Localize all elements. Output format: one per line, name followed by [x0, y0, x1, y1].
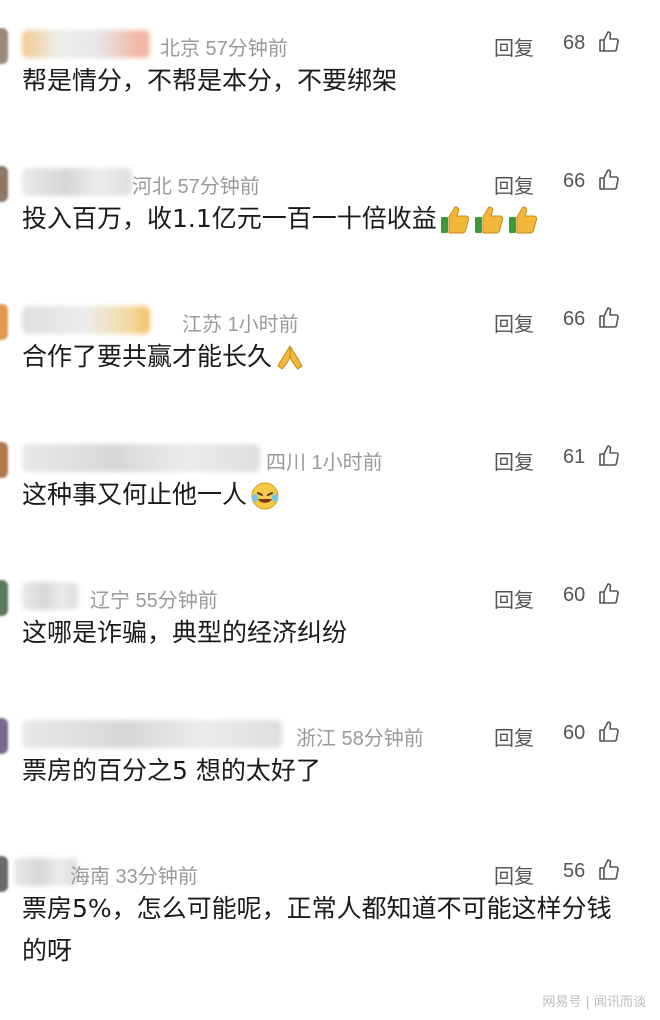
comment-meta: 海南 33分钟前 — [70, 866, 198, 888]
username-blurred[interactable] — [22, 444, 260, 472]
reply-button[interactable]: 回复 — [494, 446, 534, 475]
reply-button[interactable]: 回复 — [494, 32, 534, 61]
thumbs-up-icon[interactable] — [597, 444, 621, 468]
thumbs-up-icon[interactable] — [597, 306, 621, 330]
thumbs-up-icon[interactable] — [597, 720, 621, 744]
comment-text-content: 这种事又何止他一人 — [22, 480, 248, 509]
comment-item: 辽宁 55分钟前 回复 60 这哪是诈骗，典型的经济纠纷 — [0, 576, 660, 714]
comment-text: 这哪是诈骗，典型的经济纠纷 — [22, 618, 348, 647]
comment-text: 帮是情分，不帮是本分，不要绑架 — [22, 66, 398, 95]
crying-laughing-emoji-icon — [251, 482, 279, 510]
comment-text-content: 投入百万，收1.1亿元一百一十倍收益 — [22, 204, 437, 233]
comment-item: 海南 33分钟前 回复 56 票房5%，怎么可能呢，正常人都知道不可能这样分钱的… — [0, 852, 660, 1012]
comment-item: 河北 57分钟前 回复 66 投入百万，收1.1亿元一百一十倍收益 — [0, 162, 660, 300]
like-count: 66 — [563, 170, 586, 192]
thumbs-up-icon[interactable] — [597, 30, 621, 54]
comment-text: 票房的百分之5 想的太好了 — [22, 756, 321, 785]
thumbs-up-emoji-icon — [508, 206, 537, 234]
thumbs-up-icon[interactable] — [597, 168, 621, 192]
watermark: 网易号 | 闻讯而谈 — [542, 995, 646, 1010]
comment-item: 江苏 1小时前 回复 66 合作了要共赢才能长久 — [0, 300, 660, 438]
like-count: 60 — [563, 722, 586, 744]
comment-text-content: 合作了要共赢才能长久 — [22, 342, 273, 371]
reply-button[interactable]: 回复 — [494, 860, 534, 889]
avatar[interactable] — [0, 442, 8, 478]
like-count: 60 — [563, 584, 586, 606]
avatar[interactable] — [0, 166, 8, 202]
like-count: 66 — [563, 308, 586, 330]
avatar[interactable] — [0, 580, 8, 616]
thumbs-up-emoji-icon — [440, 206, 469, 234]
comment-text: 这种事又何止他一人 — [22, 474, 642, 516]
comment-item: 浙江 58分钟前 回复 60 票房的百分之5 想的太好了 — [0, 714, 660, 852]
username-blurred[interactable] — [22, 168, 132, 196]
username-blurred[interactable] — [22, 720, 282, 748]
avatar[interactable] — [0, 28, 8, 64]
reply-button[interactable]: 回复 — [494, 584, 534, 613]
like-count: 68 — [563, 32, 586, 54]
like-count: 56 — [563, 860, 586, 882]
reply-button[interactable]: 回复 — [494, 722, 534, 751]
comment-meta: 江苏 1小时前 — [182, 314, 299, 336]
comment-text: 投入百万，收1.1亿元一百一十倍收益 — [22, 198, 642, 240]
avatar[interactable] — [0, 304, 8, 340]
comment-meta: 北京 57分钟前 — [160, 38, 288, 60]
username-blurred[interactable] — [22, 582, 78, 610]
thumbs-up-icon[interactable] — [597, 582, 621, 606]
thumbs-up-emoji-icon — [474, 206, 503, 234]
comment-item: 四川 1小时前 回复 61 这种事又何止他一人 — [0, 438, 660, 576]
praying-hands-emoji-icon — [277, 345, 303, 370]
like-count: 61 — [563, 446, 586, 468]
thumbs-up-icon[interactable] — [597, 858, 621, 882]
comment-meta: 浙江 58分钟前 — [296, 728, 424, 750]
comment-item: 北京 57分钟前 回复 68 帮是情分，不帮是本分，不要绑架 — [0, 24, 660, 162]
reply-button[interactable]: 回复 — [494, 170, 534, 199]
comment-text: 票房5%，怎么可能呢，正常人都知道不可能这样分钱的呀 — [22, 894, 612, 965]
avatar[interactable] — [0, 856, 8, 892]
comment-meta: 辽宁 55分钟前 — [90, 590, 218, 612]
comment-text: 合作了要共赢才能长久 — [22, 336, 642, 378]
reply-button[interactable]: 回复 — [494, 308, 534, 337]
username-blurred[interactable] — [22, 306, 150, 334]
comment-meta: 四川 1小时前 — [266, 452, 383, 474]
username-blurred[interactable] — [22, 30, 150, 58]
comment-meta: 河北 57分钟前 — [132, 176, 260, 198]
avatar[interactable] — [0, 718, 8, 754]
username-blurred[interactable] — [14, 858, 78, 886]
